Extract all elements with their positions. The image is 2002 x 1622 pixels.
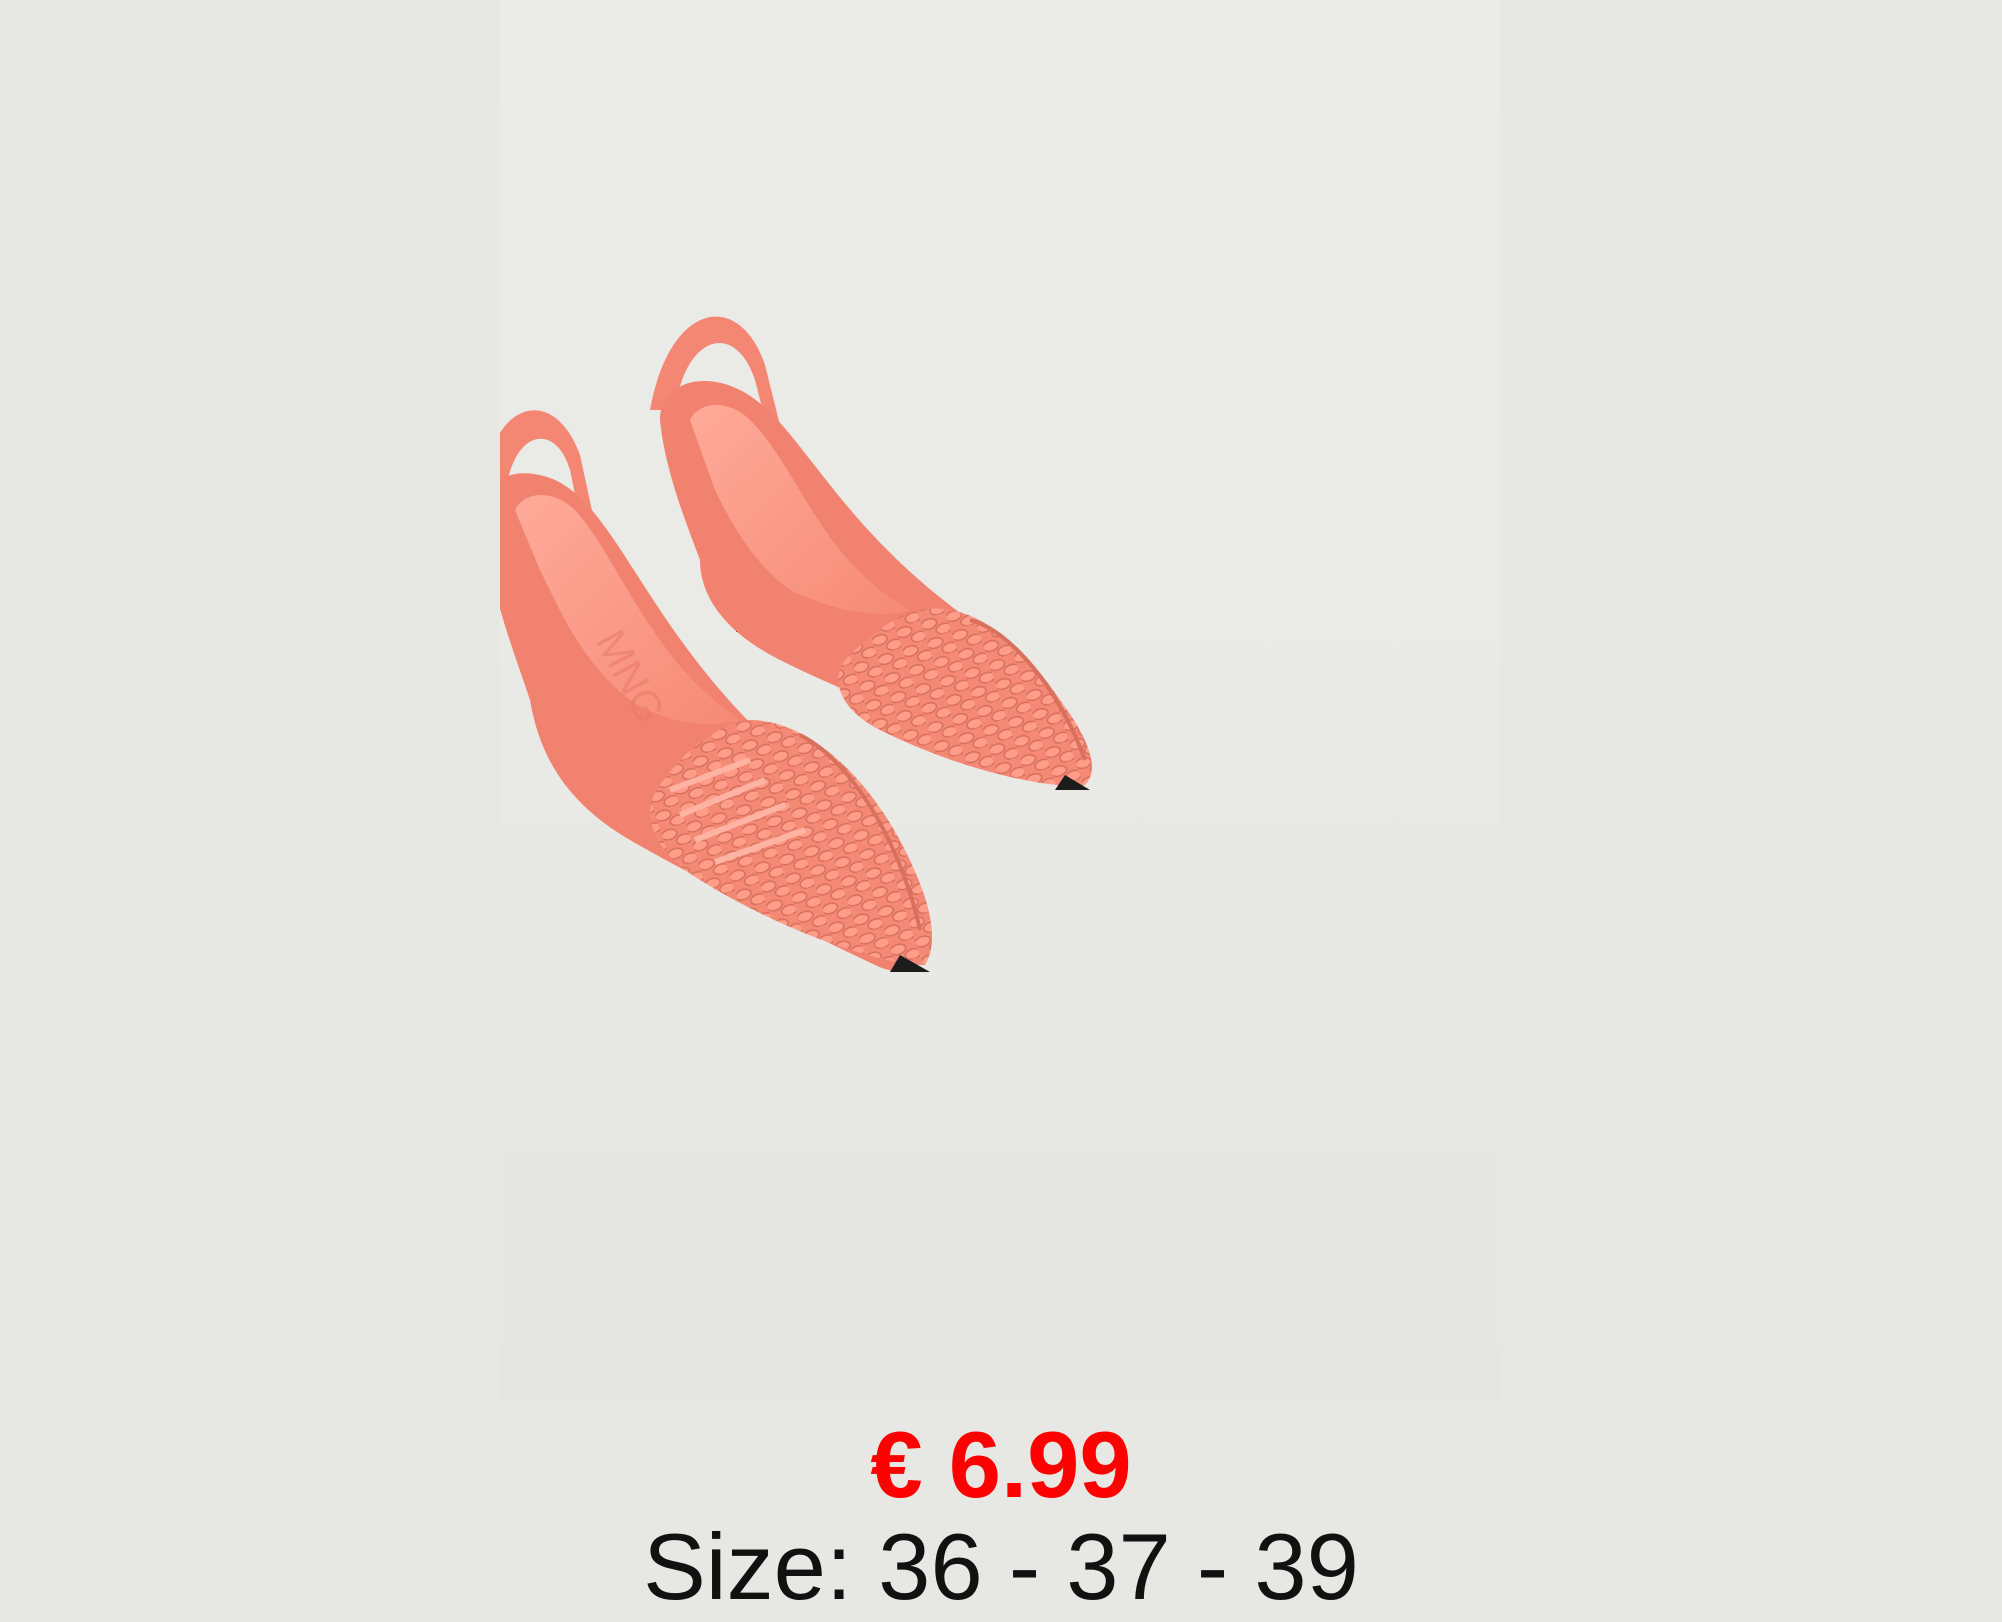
price-label: € 6.99 xyxy=(870,1412,1132,1517)
product-photo: MNG xyxy=(500,0,1500,1400)
shoe-illustration: MNG xyxy=(500,316,1092,972)
